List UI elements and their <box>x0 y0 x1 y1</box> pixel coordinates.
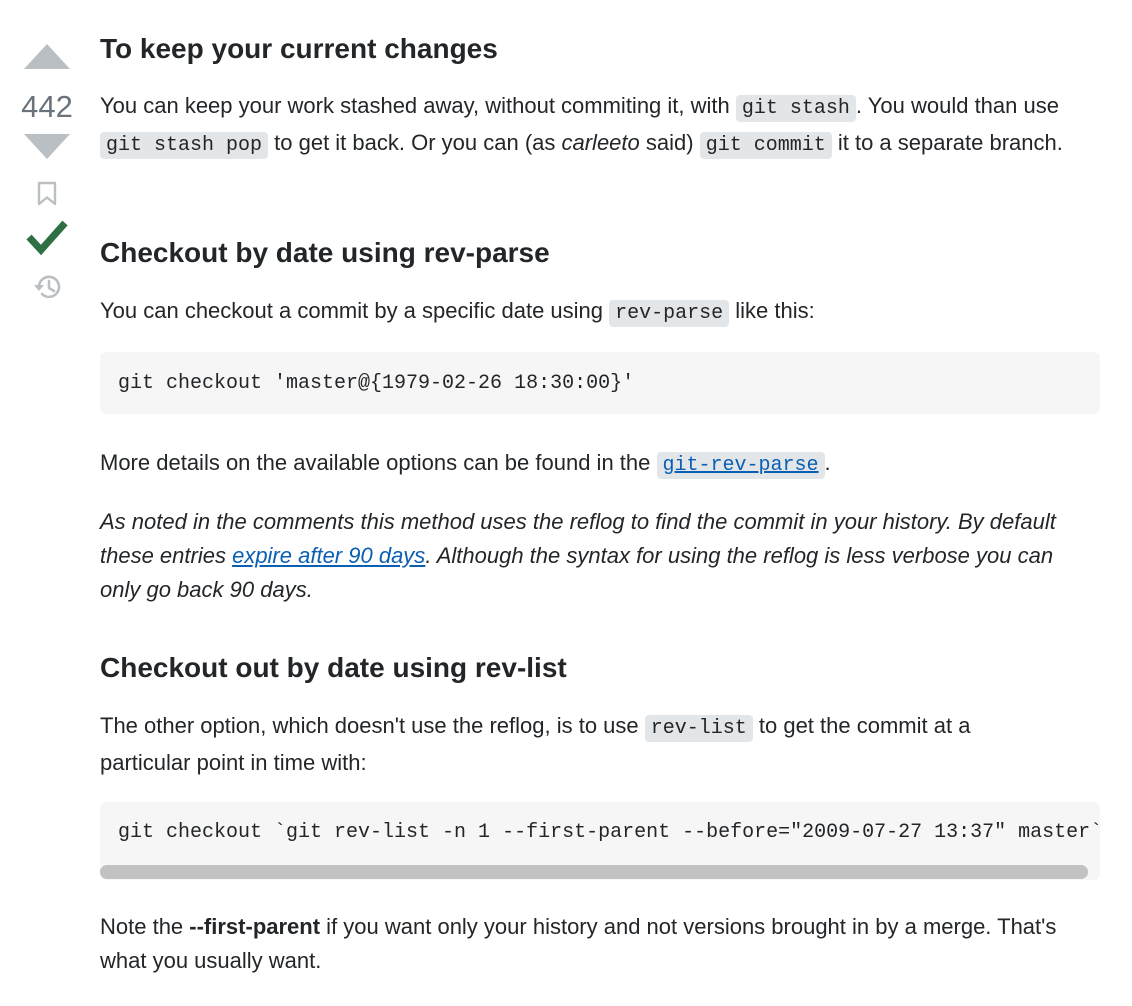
code-block-rev-parse[interactable]: git checkout 'master@{1979-02-26 18:30:0… <box>100 352 1100 414</box>
inline-code: git stash <box>735 95 856 122</box>
paragraph-keep-changes: You can keep your work stashed away, wit… <box>100 93 1063 159</box>
inline-code: rev-list <box>644 715 753 742</box>
heading-rev-list: Checkout out by date using rev-list <box>100 652 567 683</box>
triangle-up-icon <box>24 44 70 69</box>
heading-keep-changes: To keep your current changes <box>100 33 498 64</box>
timeline-button[interactable] <box>31 264 63 310</box>
code-block-rev-list-content: git checkout `git rev-list -n 1 --first-… <box>100 802 1100 864</box>
heading-rev-parse: Checkout by date using rev-parse <box>100 237 550 268</box>
paragraph-first-parent-note: Note the --first-parent if you want only… <box>100 914 1057 973</box>
vote-count: 442 <box>21 89 73 124</box>
expire-after-90-days-link[interactable]: expire after 90 days <box>232 543 425 568</box>
paragraph-rev-parse-details: More details on the available options ca… <box>100 450 831 479</box>
accepted-answer-badge <box>26 212 68 262</box>
strong-first-parent: --first-parent <box>189 914 321 939</box>
horizontal-scrollbar[interactable] <box>100 864 1100 880</box>
inline-code: rev-parse <box>609 300 730 327</box>
inline-code: git stash pop <box>100 132 269 159</box>
upvote-button[interactable] <box>14 38 80 74</box>
downvote-button[interactable] <box>14 128 80 164</box>
triangle-down-icon <box>24 134 70 159</box>
code-block-rev-list[interactable]: git checkout `git rev-list -n 1 --first-… <box>100 802 1100 880</box>
scrollbar-thumb[interactable] <box>100 865 1088 879</box>
checkmark-icon <box>26 220 68 256</box>
history-icon <box>34 275 61 299</box>
paragraph-reflog-note: As noted in the comments this method use… <box>100 509 1056 602</box>
git-rev-parse-link[interactable]: git-rev-parse <box>656 450 825 479</box>
paragraph-rev-parse-intro: You can checkout a commit by a specific … <box>100 298 815 327</box>
paragraph-rev-list-intro: The other option, which doesn't use the … <box>100 713 971 775</box>
bookmark-button[interactable] <box>36 178 58 210</box>
vote-column: 442 <box>14 38 80 310</box>
bookmark-icon <box>37 181 57 206</box>
emphasis-name: carleeto <box>561 130 640 155</box>
inline-code: git commit <box>699 132 832 159</box>
